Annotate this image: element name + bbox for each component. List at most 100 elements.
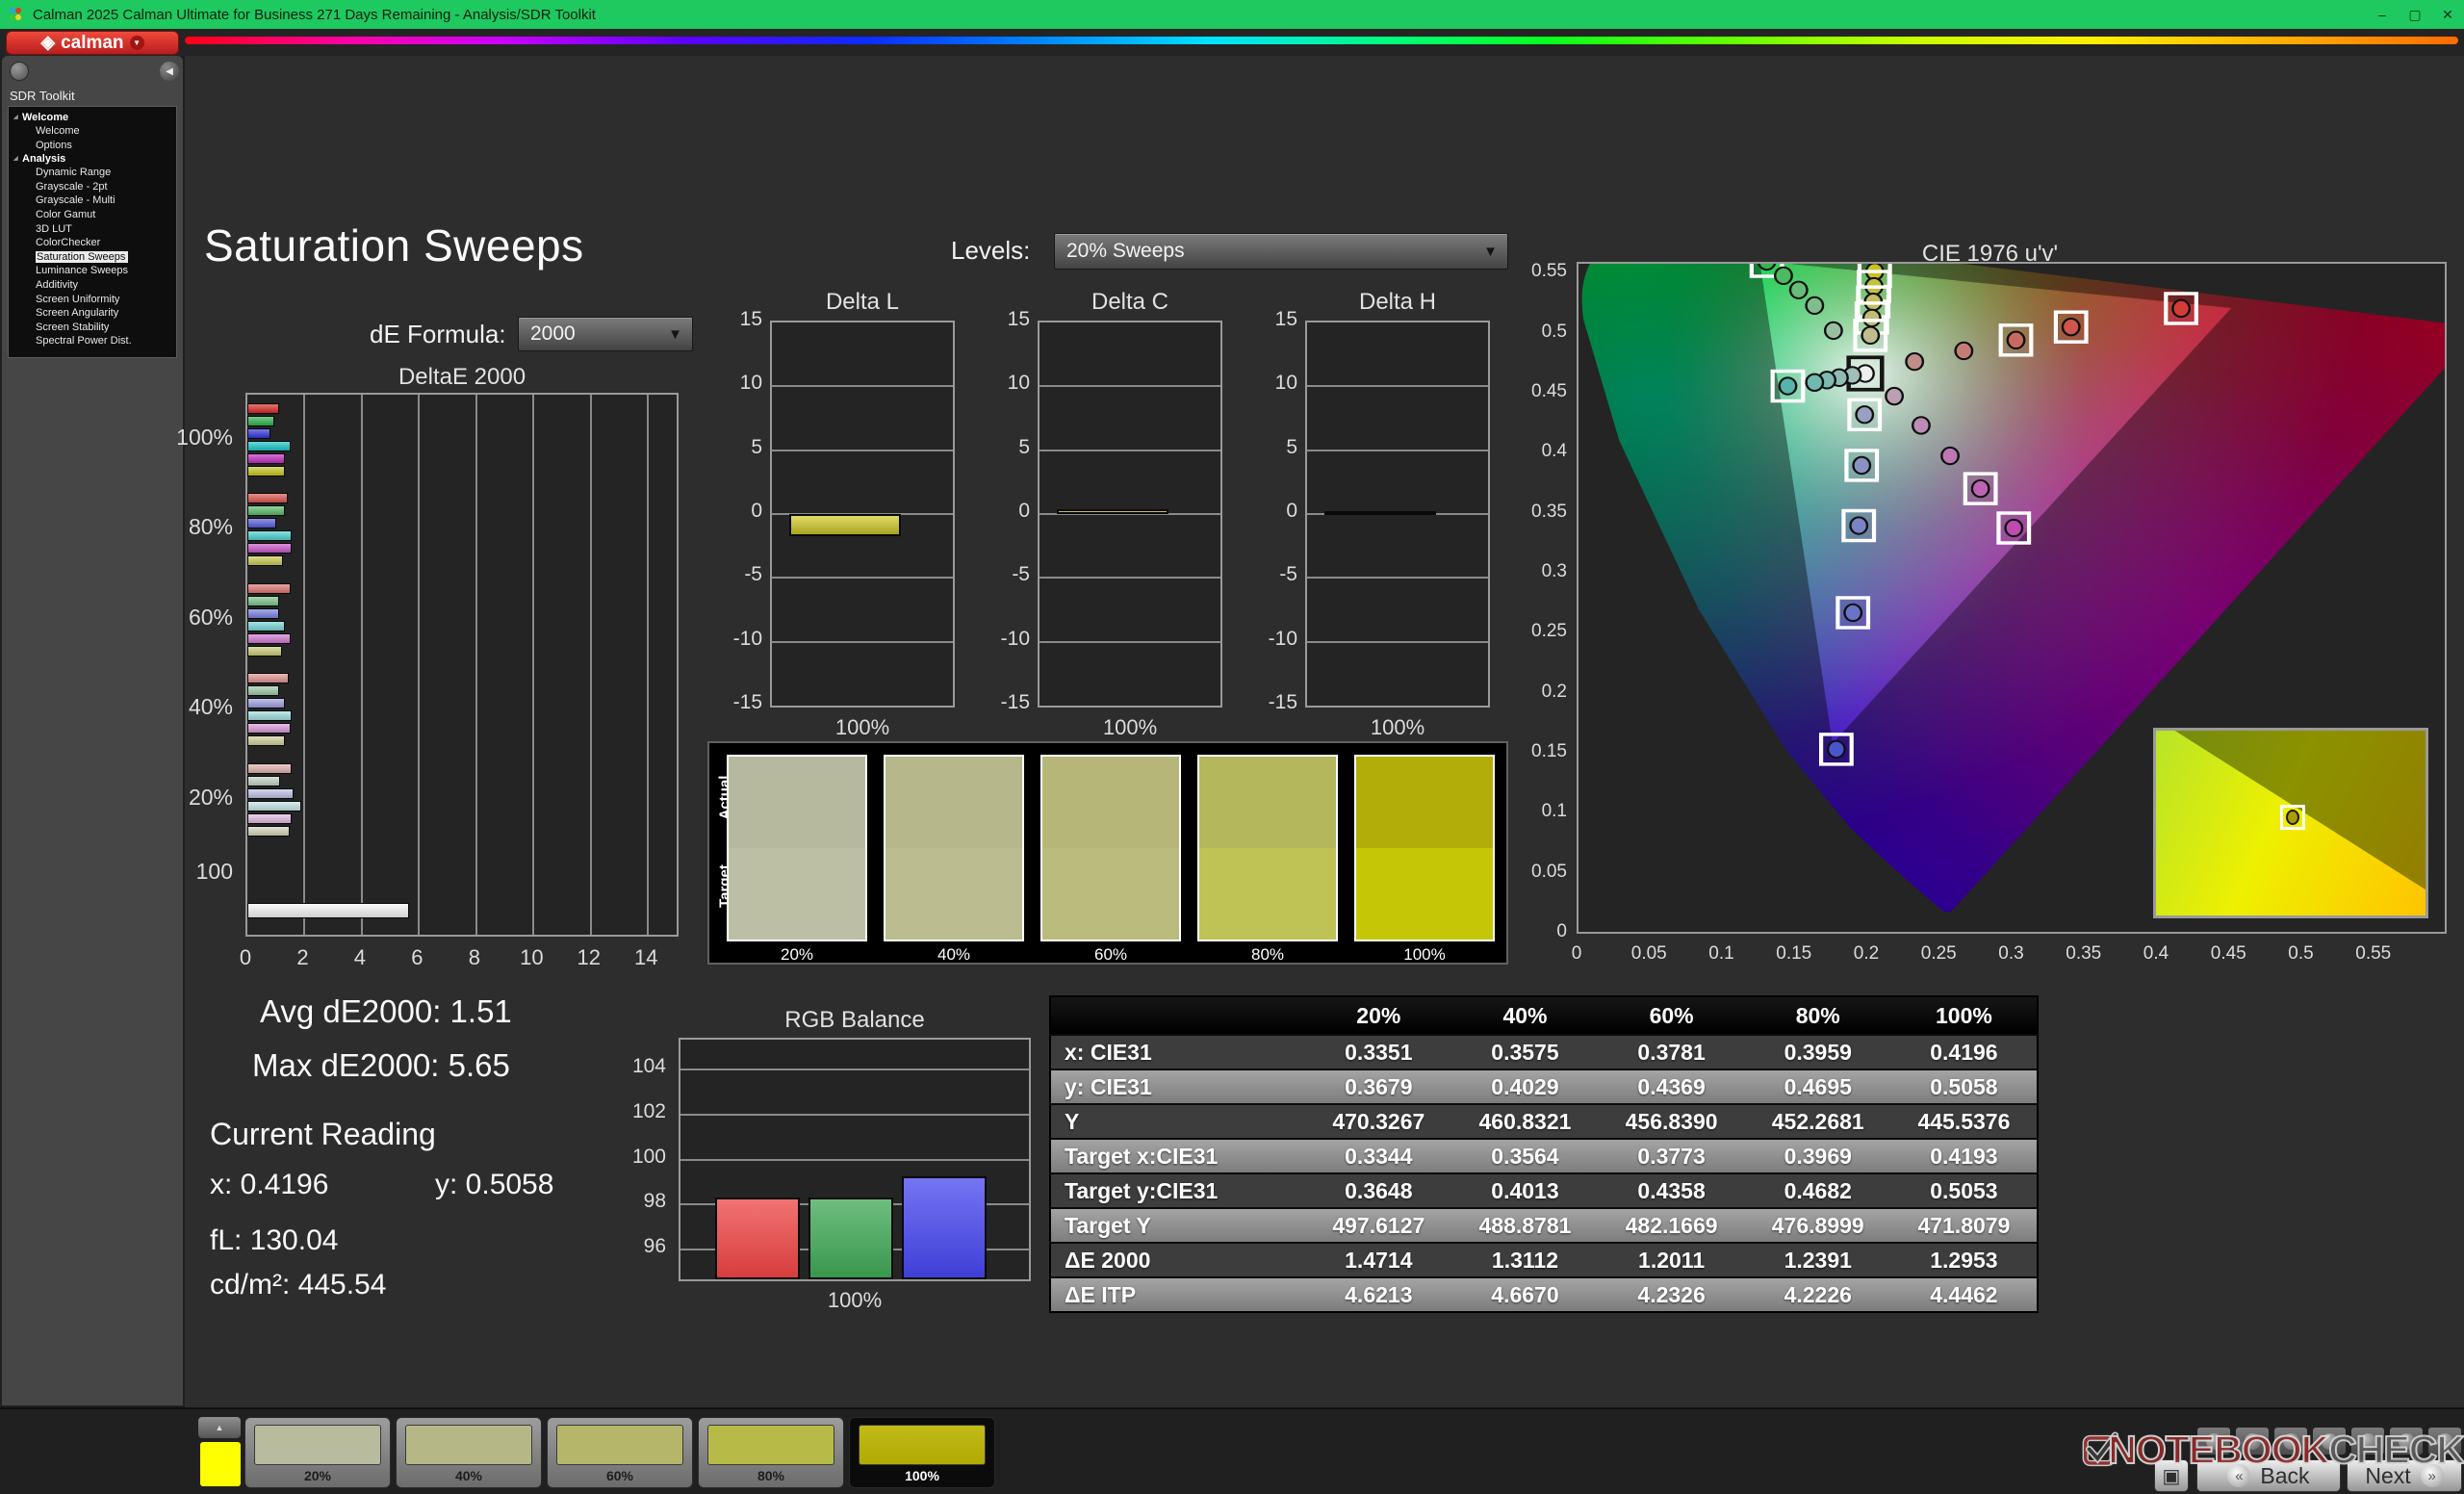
gridline	[772, 385, 953, 388]
deltae-tick-label: 60%	[188, 604, 233, 630]
gridline	[647, 395, 650, 935]
footer-toolbar-button[interactable]	[2389, 1427, 2424, 1455]
back-button[interactable]: « Back	[2196, 1459, 2341, 1492]
cie-y-tick: 0.1	[1541, 801, 1567, 822]
measured-point	[1940, 446, 1960, 466]
thumbnail-80%[interactable]: 80%	[698, 1417, 844, 1488]
delta-y-tick: 0	[1018, 500, 1030, 522]
levels-dropdown[interactable]: 20% Sweeps ▼	[1054, 233, 1508, 270]
table-row: ΔE ITP 4.6213 4.6670 4.2326 4.2226 4.4462	[1050, 1276, 2038, 1312]
measured-point	[2004, 518, 2024, 538]
levels-value: 20% Sweeps	[1066, 240, 1185, 262]
deltae-bar-100%-Red	[247, 402, 279, 414]
sidebar-item-3d-lut[interactable]: 3D LUT	[9, 222, 176, 237]
stop-button[interactable]: ▣	[2154, 1459, 2189, 1492]
sidebar-item-options[interactable]: Options	[9, 139, 176, 153]
deltae-bar-20%-Magenta	[247, 812, 293, 824]
current-reading-label: Current Reading	[210, 1117, 436, 1151]
sidebar-item-screen-uniformity[interactable]: Screen Uniformity	[9, 293, 176, 307]
spectrum-stripe	[185, 37, 2458, 44]
expand-icon[interactable]: ◢	[13, 114, 18, 120]
cie-y-tick: 0	[1556, 921, 1567, 941]
footer-toolbar-button[interactable]	[2196, 1427, 2231, 1455]
delta-y-tick: 10	[1274, 372, 1297, 395]
gridline	[532, 395, 535, 935]
deltae-bar-60%-Cyan	[247, 620, 285, 631]
thumbnail-40%[interactable]: 40%	[396, 1417, 542, 1488]
sidebar-item-screen-stability[interactable]: Screen Stability	[9, 321, 176, 335]
delta-y-tick: 0	[1286, 500, 1297, 522]
measured-point	[1843, 603, 1863, 623]
measured-point	[2006, 330, 2026, 349]
sidebar-title: SDR Toolkit	[10, 89, 75, 103]
close-icon[interactable]: ✕	[2431, 0, 2464, 29]
sidebar-item-grayscale-multi[interactable]: Grayscale - Multi	[9, 193, 176, 208]
deltae-x-tick: 2	[296, 945, 309, 969]
thumbnail-60%[interactable]: 60%	[547, 1417, 693, 1488]
tree-group-analysis[interactable]: ◢ Analysis	[9, 152, 176, 166]
footer-toolbar-button[interactable]	[2350, 1427, 2385, 1455]
cie-x-tick: 0.05	[1630, 943, 1667, 964]
minimize-icon[interactable]: –	[2366, 0, 2399, 29]
de-formula-dropdown[interactable]: 2000 ▼	[518, 317, 693, 351]
next-button[interactable]: Next »	[2347, 1459, 2462, 1492]
table-row-label: x: CIE31	[1050, 1034, 1306, 1069]
table-cell: 0.3564	[1451, 1138, 1599, 1173]
table-row-label: Target Y	[1050, 1207, 1306, 1243]
thumbnail-label: 60%	[605, 1468, 634, 1483]
sidebar-item-grayscale-2pt[interactable]: Grayscale - 2pt	[9, 180, 176, 194]
footer-toolbar-button[interactable]	[2427, 1427, 2462, 1455]
delta-y-tick: -15	[732, 691, 762, 713]
table-cell: 1.2391	[1744, 1242, 1891, 1277]
toolbar-button-icon	[2245, 1433, 2261, 1450]
sidebar-item-welcome[interactable]: Welcome	[9, 124, 176, 139]
expand-icon[interactable]: ◢	[13, 155, 18, 162]
tree-group-welcome[interactable]: ◢ Welcome	[9, 111, 176, 124]
sidebar-item-screen-angularity[interactable]: Screen Angularity	[9, 306, 176, 321]
sidebar-item-additivity[interactable]: Additivity	[9, 278, 176, 293]
gridline	[360, 395, 363, 935]
window-titlebar[interactable]: Calman 2025 Calman Ultimate for Business…	[0, 0, 2464, 29]
table-cell: 0.4013	[1451, 1172, 1599, 1208]
rgb-y-tick: 102	[631, 1099, 666, 1122]
sidebar-item-luminance-sweeps[interactable]: Luminance Sweeps	[9, 264, 176, 278]
calman-menu-button[interactable]: ◈ calman ▼	[6, 31, 179, 55]
table-row: y: CIE31 0.3679 0.4029 0.4369 0.4695 0.5058	[1050, 1069, 2038, 1104]
sidebar-item-colorchecker[interactable]: ColorChecker	[9, 236, 176, 250]
measured-point	[1849, 516, 1869, 535]
sidebar-item-dynamic-range[interactable]: Dynamic Range	[9, 166, 176, 180]
delta-y-tick: -15	[1000, 691, 1030, 713]
delta-y-tick: 15	[739, 308, 762, 330]
sidebar-item-spectral-power-dist-[interactable]: Spectral Power Dist.	[9, 334, 176, 348]
rgb-bar-red	[715, 1198, 800, 1279]
footer-toolbar-button[interactable]	[2235, 1427, 2270, 1455]
deltae-chart-title: DeltaE 2000	[398, 364, 526, 390]
cie-x-tick: 0.1	[1708, 943, 1734, 964]
gridline	[680, 1158, 1029, 1161]
footer-toolbar-button[interactable]	[2312, 1427, 2347, 1455]
cie-y-tick: 0.3	[1541, 561, 1567, 582]
thumbnail-100%[interactable]: 100%	[849, 1417, 995, 1488]
expand-thumbnails-button[interactable]: ▲	[198, 1417, 241, 1438]
sidebar-item-saturation-sweeps[interactable]: Saturation Sweeps	[9, 250, 176, 265]
gridline	[680, 1113, 1029, 1116]
sidebar-record-button[interactable]	[10, 62, 29, 81]
sidebar-item-color-gamut[interactable]: Color Gamut	[9, 208, 176, 222]
actual-swatch-100%	[1356, 757, 1493, 848]
cie-x-tick: 0.35	[2066, 943, 2102, 964]
delta-y-tick: 5	[1018, 435, 1030, 458]
gridline	[475, 395, 477, 935]
measured-point	[1912, 416, 1931, 435]
delta-bar	[789, 514, 901, 536]
sidebar-collapse-button[interactable]: ◀	[160, 62, 179, 81]
footer-toolbar-button[interactable]	[2273, 1427, 2308, 1455]
app-icon	[10, 8, 21, 20]
gridline	[589, 395, 592, 935]
y-reading: y: 0.5058	[435, 1169, 554, 1200]
cie-x-tick: 0.55	[2355, 943, 2392, 964]
thumbnail-20%[interactable]: 20%	[244, 1417, 391, 1488]
table-cell: 0.4358	[1598, 1172, 1745, 1208]
table-cell: 0.3781	[1598, 1034, 1745, 1069]
table-cell: 0.3648	[1305, 1172, 1452, 1208]
maximize-icon[interactable]: ▢	[2399, 0, 2431, 29]
